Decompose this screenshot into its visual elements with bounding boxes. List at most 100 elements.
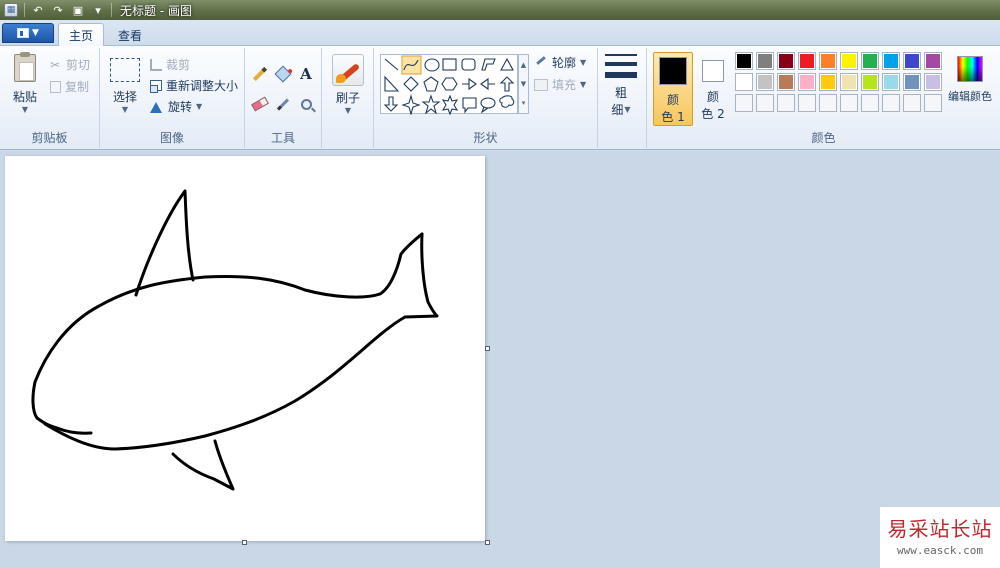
edit-colors-label: 编辑颜色 bbox=[948, 90, 992, 103]
clipboard-group: 粘贴 ▼ ✂ 剪切 复制 剪贴板 bbox=[0, 48, 100, 148]
paint-app-icon[interactable]: ▦ bbox=[4, 3, 18, 17]
palette-swatch[interactable] bbox=[840, 52, 858, 70]
palette-swatch[interactable] bbox=[777, 73, 795, 91]
palette-swatch[interactable] bbox=[819, 73, 837, 91]
drawing-canvas[interactable] bbox=[5, 156, 485, 541]
palette-empty-slot[interactable] bbox=[903, 94, 921, 112]
watermark-url: www.easck.com bbox=[896, 544, 984, 557]
color2-label-line1: 颜 bbox=[706, 90, 719, 104]
resize-handle-corner[interactable] bbox=[485, 540, 490, 545]
select-label: 选择 bbox=[112, 90, 137, 104]
palette-empty-slot[interactable] bbox=[924, 94, 942, 112]
copy-button[interactable]: 复制 bbox=[50, 78, 89, 95]
paint-menu-button[interactable]: ▼ bbox=[2, 23, 54, 43]
cut-button[interactable]: ✂ 剪切 bbox=[50, 56, 90, 73]
pencil-icon bbox=[252, 66, 268, 82]
scroll-up-icon[interactable]: ▲ bbox=[521, 61, 526, 69]
palette-empty-slot[interactable] bbox=[882, 94, 900, 112]
palette-swatch[interactable] bbox=[756, 73, 774, 91]
color2-button[interactable]: 颜 色 2 bbox=[697, 52, 729, 126]
redo-icon[interactable]: ↷ bbox=[51, 3, 65, 17]
edit-colors-button[interactable]: 编辑颜色 bbox=[945, 56, 995, 104]
colors-group-label: 颜色 bbox=[811, 131, 836, 145]
palette-swatch[interactable] bbox=[798, 52, 816, 70]
palette-swatch[interactable] bbox=[924, 52, 942, 70]
color2-label-line2: 色 2 bbox=[701, 107, 725, 121]
paint-bucket-icon bbox=[274, 65, 292, 83]
text-icon: A bbox=[300, 65, 312, 83]
tab-view-label: 查看 bbox=[118, 28, 143, 43]
text-tool[interactable]: A bbox=[295, 64, 317, 84]
crop-button[interactable]: 裁剪 bbox=[150, 56, 190, 73]
palette-empty-slot[interactable] bbox=[840, 94, 858, 112]
clipboard-icon bbox=[14, 52, 36, 82]
scissors-icon: ✂ bbox=[50, 57, 61, 72]
fill-tool[interactable] bbox=[272, 64, 294, 84]
color1-button[interactable]: 颜 色 1 bbox=[653, 52, 693, 126]
eyedropper-icon bbox=[276, 97, 290, 111]
fill-button[interactable]: 填充 ▼ bbox=[534, 76, 586, 93]
tab-home[interactable]: 主页 bbox=[58, 23, 105, 47]
select-button[interactable]: 选择 ▼ bbox=[108, 58, 142, 114]
size-button[interactable]: 粗 细 ▼ bbox=[604, 52, 638, 118]
resize-handle-bottom[interactable] bbox=[242, 540, 247, 545]
chevron-down-icon: ▼ bbox=[32, 28, 39, 38]
ribbon: 粘贴 ▼ ✂ 剪切 复制 剪贴板 选择 ▼ 裁剪 重新调整大小 旋转 ▼ 图像 … bbox=[0, 46, 1000, 150]
copy-icon bbox=[50, 80, 61, 93]
palette-swatch[interactable] bbox=[924, 73, 942, 91]
brushes-button[interactable]: 刷子 ▼ bbox=[330, 54, 366, 115]
resize-handle-right[interactable] bbox=[485, 346, 490, 351]
tab-view[interactable]: 查看 bbox=[108, 23, 152, 47]
color1-swatch bbox=[659, 57, 687, 85]
palette-swatch[interactable] bbox=[882, 73, 900, 91]
chevron-down-icon: ▼ bbox=[21, 105, 29, 114]
palette-empty-slot[interactable] bbox=[756, 94, 774, 112]
color-picker-tool[interactable] bbox=[272, 94, 294, 114]
paste-label: 粘贴 bbox=[12, 90, 37, 104]
shapes-gallery-icons bbox=[383, 55, 515, 117]
palette-empty-slot[interactable] bbox=[861, 94, 879, 112]
chevron-down-icon: ▼ bbox=[196, 102, 203, 111]
palette-swatch[interactable] bbox=[861, 52, 879, 70]
palette-swatch[interactable] bbox=[777, 52, 795, 70]
chevron-down-icon: ▼ bbox=[344, 106, 352, 115]
palette-swatch[interactable] bbox=[861, 73, 879, 91]
magnifier-tool[interactable] bbox=[295, 94, 317, 114]
shapes-group-label: 形状 bbox=[473, 131, 498, 145]
scroll-down-icon[interactable]: ▼ bbox=[521, 80, 526, 88]
palette-swatch[interactable] bbox=[903, 73, 921, 91]
resize-button[interactable]: 重新调整大小 bbox=[150, 77, 238, 94]
chevron-down-icon: ▼ bbox=[580, 80, 587, 89]
site-watermark: 易采站长站 www.easck.com bbox=[880, 507, 1000, 568]
tools-group: A 工具 bbox=[245, 48, 322, 148]
watermark-title: 易采站长站 bbox=[887, 517, 993, 541]
title-bar: ▦ ↶ ↷ ▣ ▾ 无标题 - 画图 bbox=[0, 0, 1000, 20]
palette-swatch[interactable] bbox=[735, 52, 753, 70]
pencil-tool[interactable] bbox=[249, 64, 271, 84]
palette-swatch[interactable] bbox=[882, 52, 900, 70]
palette-swatch[interactable] bbox=[840, 73, 858, 91]
eraser-tool[interactable] bbox=[249, 94, 271, 114]
fill-icon bbox=[534, 78, 548, 91]
gallery-expand-icon[interactable]: ▾ bbox=[522, 99, 526, 107]
palette-swatch[interactable] bbox=[756, 52, 774, 70]
undo-icon[interactable]: ↶ bbox=[31, 3, 45, 17]
canvas-workspace bbox=[0, 151, 1000, 568]
palette-empty-slot[interactable] bbox=[819, 94, 837, 112]
outline-button[interactable]: 轮廓 ▼ bbox=[534, 54, 586, 71]
rotate-button[interactable]: 旋转 ▼ bbox=[150, 98, 202, 115]
image-group-label: 图像 bbox=[159, 131, 184, 145]
brush-icon bbox=[332, 54, 364, 86]
color2-swatch bbox=[702, 60, 724, 82]
palette-swatch[interactable] bbox=[798, 73, 816, 91]
paste-button[interactable]: 粘贴 ▼ bbox=[8, 52, 42, 114]
customize-quick-access-icon[interactable]: ▾ bbox=[91, 3, 105, 17]
palette-swatch[interactable] bbox=[819, 52, 837, 70]
shapes-gallery-scroll[interactable]: ▲ ▼ ▾ bbox=[518, 54, 529, 114]
palette-empty-slot[interactable] bbox=[777, 94, 795, 112]
save-icon[interactable]: ▣ bbox=[71, 3, 85, 17]
palette-swatch[interactable] bbox=[735, 73, 753, 91]
palette-swatch[interactable] bbox=[903, 52, 921, 70]
palette-empty-slot[interactable] bbox=[735, 94, 753, 112]
palette-empty-slot[interactable] bbox=[798, 94, 816, 112]
